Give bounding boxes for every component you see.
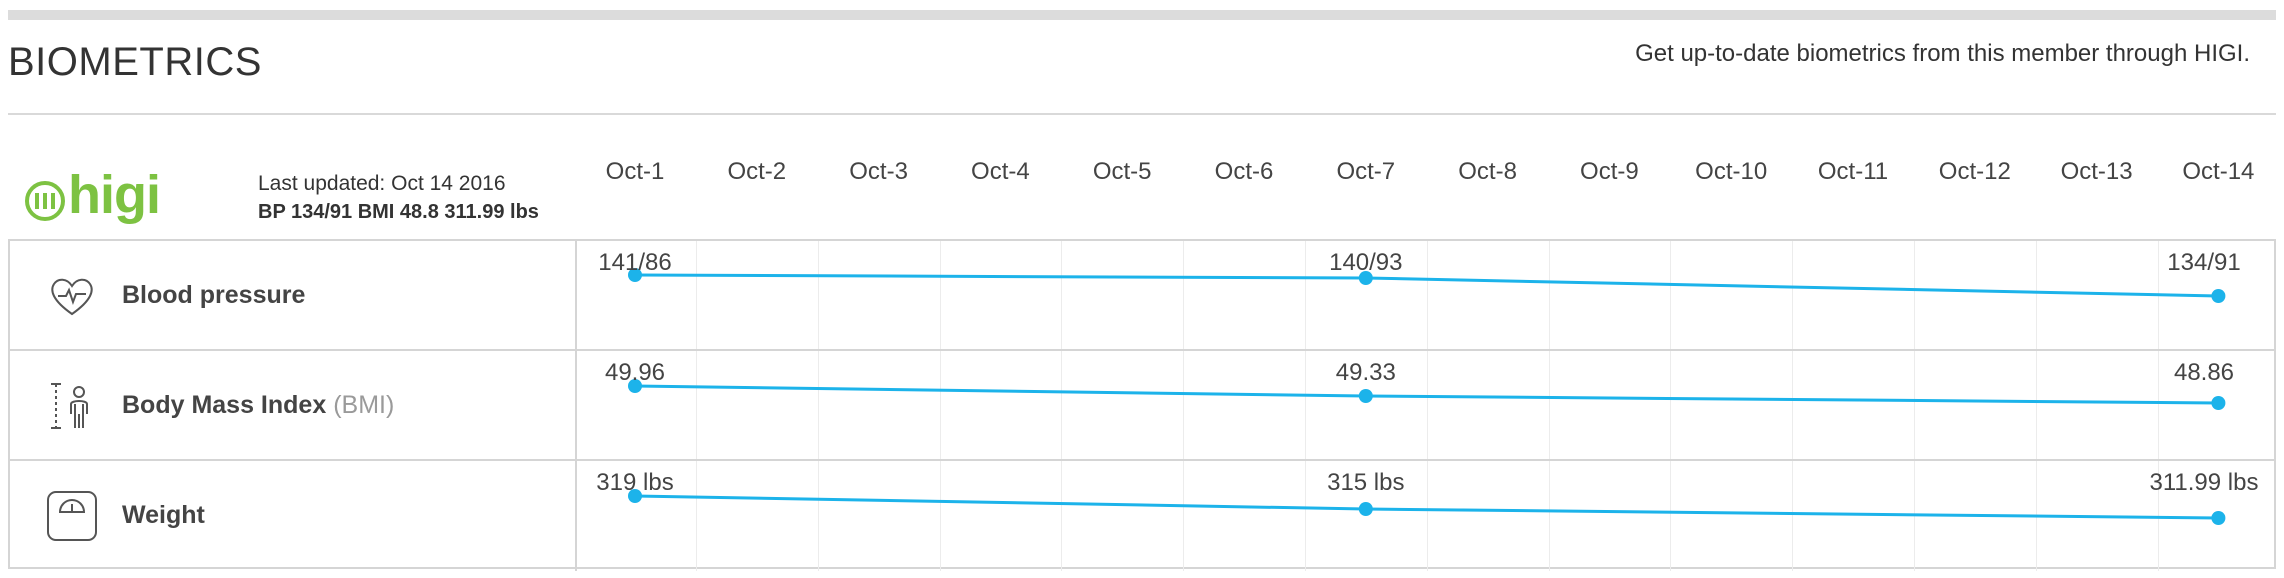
data-point[interactable]: [1358, 389, 1373, 403]
biometrics-table: Blood pressure 141/86 140/93 134/91 Body M…: [8, 239, 2276, 571]
data-point-label: 319 lbs: [596, 469, 674, 496]
date-column-label: Oct-2: [727, 158, 787, 185]
date-column-label: Oct-10: [1695, 158, 1768, 185]
date-column-label: Oct-14: [2182, 158, 2255, 185]
top-accent-bar: [8, 10, 2276, 20]
row-label: Weight: [122, 501, 205, 529]
higi-logo-text: higi: [68, 165, 161, 225]
date-column-label: Oct-1: [605, 158, 665, 185]
series-line: [634, 494, 2219, 520]
biometric-row-blood-pressure: Blood pressure 141/86 140/93 134/91: [10, 241, 2274, 351]
row-label: Body Mass Index (BMI): [122, 391, 395, 419]
date-column-label: Oct-13: [2060, 158, 2133, 185]
date-column-label: Oct-4: [971, 158, 1030, 185]
data-point[interactable]: [1358, 502, 1373, 516]
biometric-row-bmi: Body Mass Index (BMI) 49.96 49.33 48.86: [10, 351, 2274, 461]
data-point-label: 48.86: [2173, 359, 2235, 386]
row-chart: 319 lbs 315 lbs 311.99 lbs: [577, 461, 2274, 571]
biometric-summary: BP 134/91 BMI 48.8 311.99 lbs: [258, 201, 539, 223]
header-divider: [8, 113, 2276, 115]
page-subtitle: Get up-to-date biometrics from this memb…: [1635, 40, 2250, 67]
heart-pulse-icon: [51, 278, 93, 316]
data-point-label: 49.33: [1335, 359, 1396, 386]
scale-icon: [47, 491, 97, 541]
row-header: Body Mass Index (BMI): [10, 351, 577, 459]
row-header: Blood pressure: [10, 241, 577, 349]
date-column-label: Oct-12: [1938, 158, 2011, 185]
higi-logo: higi: [24, 165, 161, 234]
data-point-label: 140/93: [1329, 249, 1403, 276]
height-person-icon: [51, 383, 88, 429]
data-point-label: 49.96: [604, 359, 666, 386]
row-chart: 49.96 49.33 48.86: [577, 351, 2274, 459]
data-point-label: 311.99 lbs: [2149, 469, 2259, 496]
data-point-label: 141/86: [598, 249, 672, 276]
biometric-row-weight: Weight 319 lbs 315 lbs 311.99 lbs: [10, 461, 2274, 571]
date-column-label: Oct-5: [1092, 158, 1152, 185]
data-point-label: 134/91: [2167, 249, 2241, 276]
page-title: BIOMETRICS: [8, 40, 262, 84]
row-chart: 141/86 140/93 134/91: [577, 241, 2274, 349]
row-header: Weight: [10, 461, 577, 571]
data-point-label: 315 lbs: [1327, 469, 1405, 496]
series-line: [634, 273, 2219, 298]
data-point[interactable]: [2211, 396, 2226, 410]
date-column-label: Oct-7: [1336, 158, 1396, 185]
data-point[interactable]: [2211, 511, 2226, 525]
data-point[interactable]: [2211, 289, 2226, 303]
series-line: [634, 384, 2219, 405]
date-column-label: Oct-6: [1214, 158, 1274, 185]
date-column-label: Oct-3: [849, 158, 908, 185]
date-column-label: Oct-11: [1817, 158, 1889, 185]
date-column-label: Oct-8: [1458, 158, 1517, 185]
date-column-label: Oct-9: [1580, 158, 1639, 185]
last-updated: Last updated: Oct 14 2016: [258, 172, 506, 195]
row-label: Blood pressure: [122, 281, 306, 309]
higi-mark-icon: [25, 181, 65, 221]
